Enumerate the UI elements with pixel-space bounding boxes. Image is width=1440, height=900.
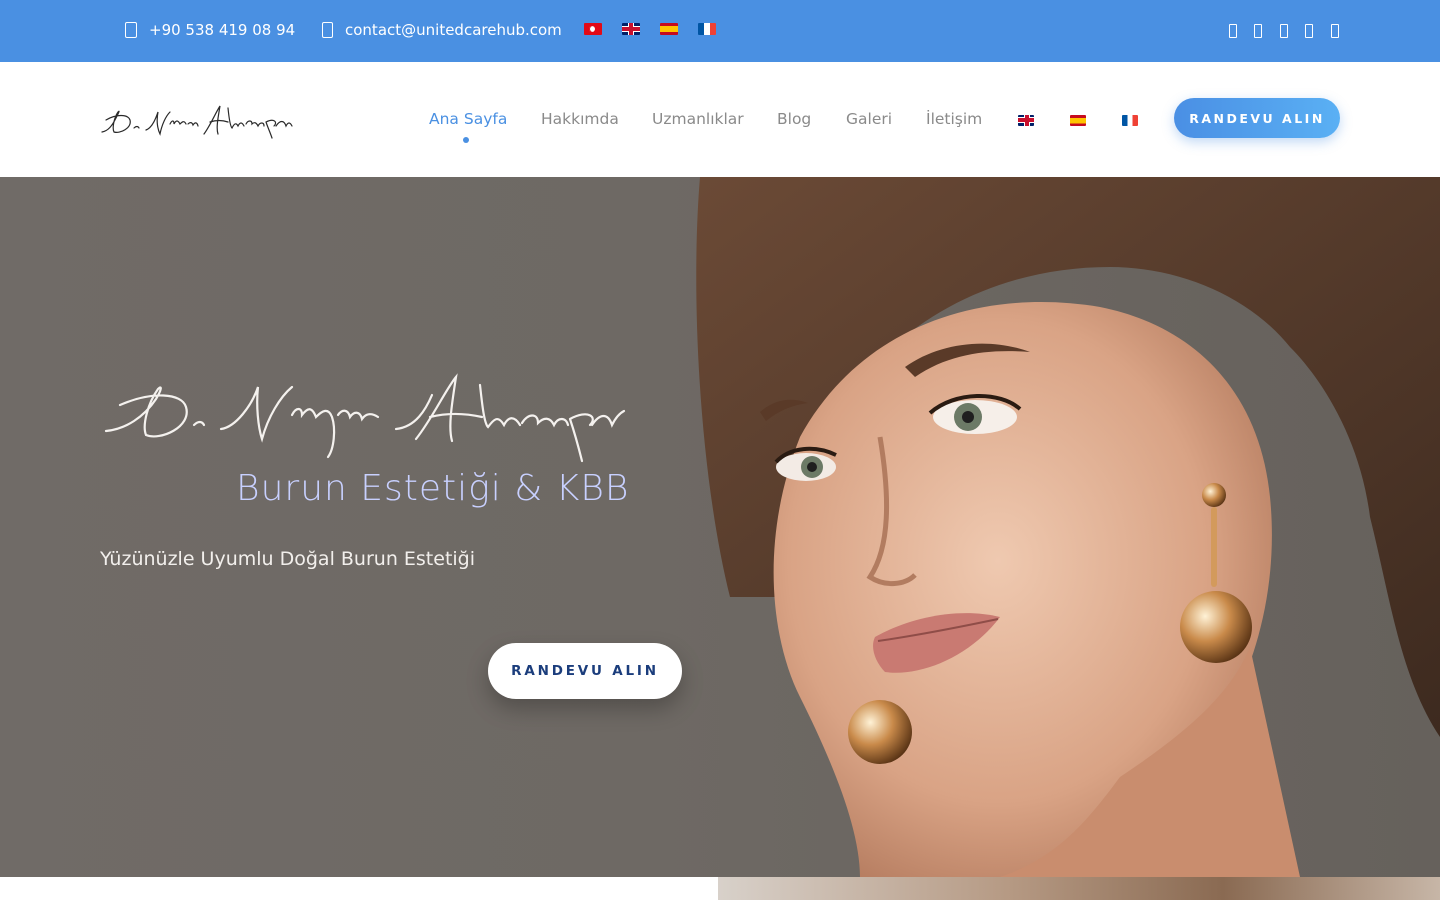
es-flag-icon[interactable]: [660, 23, 678, 35]
site-header: Ana Sayfa Hakkımda Uzmanlıklar Blog Gale…: [0, 62, 1440, 177]
nav-about[interactable]: Hakkımda: [541, 110, 619, 128]
email-link[interactable]: contact@unitedcarehub.com: [322, 18, 562, 42]
tr-flag-icon[interactable]: [584, 23, 602, 35]
instagram-icon[interactable]: [1280, 24, 1288, 38]
nav-specialties[interactable]: Uzmanlıklar: [652, 110, 744, 128]
hero-section: Burun Estetiği & KBB Yüzünüzle Uyumlu Do…: [0, 177, 1440, 877]
hero-portrait-image: [696, 177, 1440, 877]
nav-contact[interactable]: İletişim: [926, 110, 982, 128]
email-icon: [322, 22, 333, 38]
nav-blog[interactable]: Blog: [777, 110, 811, 128]
hero-appointment-button[interactable]: RANDEVU ALIN: [488, 643, 682, 699]
fr-flag-icon[interactable]: [698, 23, 716, 35]
next-section-image: [718, 877, 1440, 900]
nav-es-flag-icon[interactable]: [1070, 115, 1086, 126]
active-nav-indicator: [463, 137, 469, 143]
facebook-icon[interactable]: [1229, 24, 1237, 38]
linkedin-icon[interactable]: [1331, 24, 1339, 38]
hero-subtitle: Burun Estetiği & KBB: [236, 468, 630, 509]
hero-signature-image: [104, 373, 626, 463]
header-appointment-button[interactable]: RANDEVU ALIN: [1174, 98, 1340, 138]
nav-home[interactable]: Ana Sayfa: [429, 110, 507, 128]
phone-icon: [125, 22, 137, 38]
phone-link[interactable]: +90 538 419 08 94: [125, 18, 295, 42]
gb-flag-icon[interactable]: [622, 23, 640, 35]
nav-gallery[interactable]: Galeri: [846, 110, 892, 128]
nav-fr-flag-icon[interactable]: [1122, 115, 1138, 126]
top-bar: +90 538 419 08 94 contact@unitedcarehub.…: [0, 0, 1440, 62]
hero-tagline: Yüzünüzle Uyumlu Doğal Burun Estetiği: [100, 548, 476, 570]
email-address: contact@unitedcarehub.com: [345, 21, 562, 39]
twitter-icon[interactable]: [1254, 24, 1262, 38]
signature-logo[interactable]: [98, 98, 294, 142]
nav-gb-flag-icon[interactable]: [1018, 115, 1034, 126]
youtube-icon[interactable]: [1305, 24, 1313, 38]
phone-number: +90 538 419 08 94: [149, 21, 296, 39]
